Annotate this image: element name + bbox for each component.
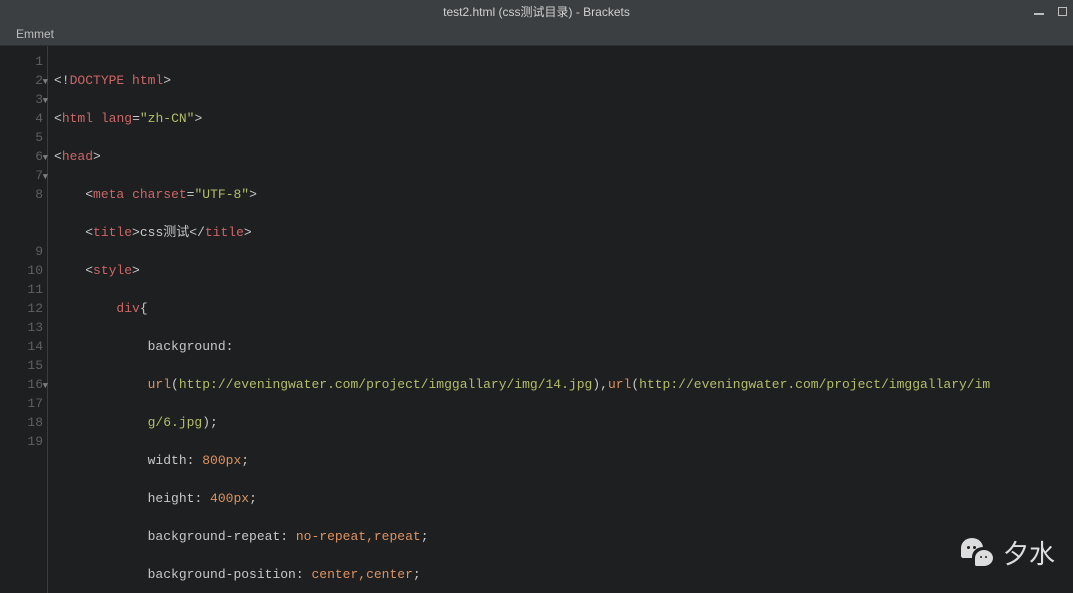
code-line: background-repeat: no-repeat,repeat; bbox=[54, 527, 1073, 546]
wechat-icon bbox=[961, 538, 995, 568]
menu-emmet[interactable]: Emmet bbox=[6, 24, 64, 44]
maximize-icon[interactable] bbox=[1058, 7, 1067, 16]
watermark: 夕水 bbox=[961, 534, 1055, 571]
code-line: <meta charset="UTF-8"> bbox=[54, 185, 1073, 204]
code-line: <title>css测试</title> bbox=[54, 223, 1073, 242]
code-line: width: 800px; bbox=[54, 451, 1073, 470]
code-line: background: bbox=[54, 337, 1073, 356]
code-line: height: 400px; bbox=[54, 489, 1073, 508]
code-line: <style> bbox=[54, 261, 1073, 280]
code-line: <html lang="zh-CN"> bbox=[54, 109, 1073, 128]
window-title: test2.html (css测试目录) - Brackets bbox=[443, 3, 630, 20]
code-line: g/6.jpg); bbox=[54, 413, 1073, 432]
code-line: background-position: center,center; bbox=[54, 565, 1073, 584]
window-controls bbox=[1034, 0, 1067, 22]
code-line: <head> bbox=[54, 147, 1073, 166]
code-line: <!DOCTYPE html> bbox=[54, 71, 1073, 90]
line-number-gutter: 1 2▼ 3▼ 4 5 6▼ 7▼ 8 9 10 11 12 13 14 15 … bbox=[0, 46, 48, 593]
minimize-icon[interactable] bbox=[1034, 13, 1044, 15]
code-area[interactable]: <!DOCTYPE html> <html lang="zh-CN"> <hea… bbox=[48, 46, 1073, 593]
watermark-text: 夕水 bbox=[1003, 534, 1055, 571]
code-line: url(http://eveningwater.com/project/imgg… bbox=[54, 375, 1073, 394]
code-editor[interactable]: 1 2▼ 3▼ 4 5 6▼ 7▼ 8 9 10 11 12 13 14 15 … bbox=[0, 46, 1073, 593]
code-line: div{ bbox=[54, 299, 1073, 318]
menu-bar: Emmet bbox=[0, 22, 1073, 46]
window-titlebar: test2.html (css测试目录) - Brackets bbox=[0, 0, 1073, 22]
